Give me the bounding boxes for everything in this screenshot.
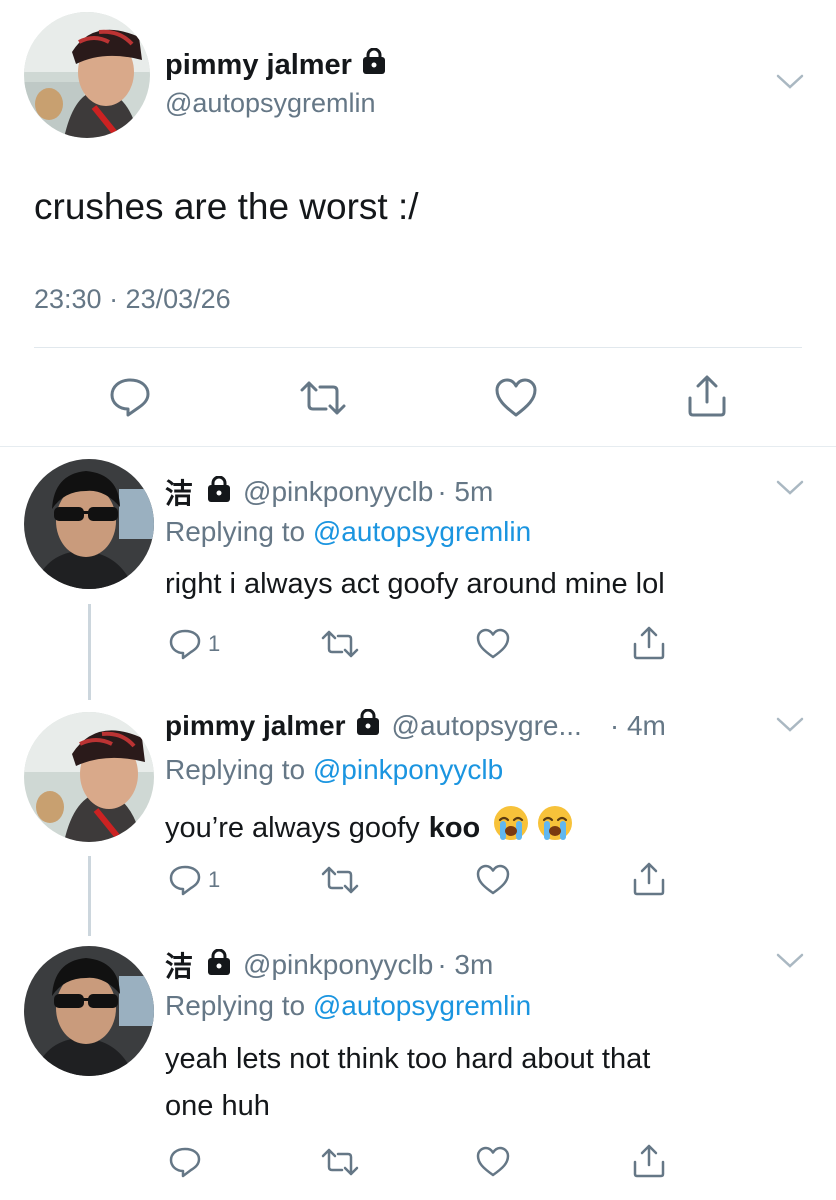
section-divider xyxy=(0,446,836,447)
thread-line xyxy=(88,604,91,700)
main-author-handle[interactable]: @autopsygremlin xyxy=(165,88,376,119)
share-icon[interactable] xyxy=(632,625,666,661)
reply-2-replying-to: Replying to @pinkponyyclb xyxy=(165,754,503,786)
chevron-down-icon[interactable] xyxy=(775,72,805,97)
lock-icon xyxy=(356,708,380,742)
reply-3-text-line2: one huh xyxy=(165,1090,270,1122)
reply-2-text-bold: koo xyxy=(428,812,481,844)
lock-icon xyxy=(362,47,386,82)
reply-icon[interactable] xyxy=(168,1146,202,1178)
like-icon[interactable] xyxy=(475,1146,511,1178)
reply-1-header: 洁 @pinkponyyclb · 5m xyxy=(165,472,493,512)
reply-2-reply-count: 1 xyxy=(208,867,221,892)
chevron-down-icon[interactable] xyxy=(775,715,805,740)
loudly-crying-face-icon xyxy=(492,804,530,853)
avatar-pimmy[interactable] xyxy=(24,712,154,842)
reply-2-header: pimmy jalmer @autopsygre... · 4m xyxy=(165,708,666,742)
replying-to-label: Replying to xyxy=(165,990,306,1021)
reply-icon[interactable]: 1 xyxy=(168,864,220,896)
retweet-icon[interactable] xyxy=(320,630,360,658)
reply-1-replying-to: Replying to @autopsygremlin xyxy=(165,516,531,548)
reply-2-handle[interactable]: @autopsygre... xyxy=(392,710,582,742)
avatar-pinkpony[interactable] xyxy=(24,946,154,1076)
retweet-icon[interactable] xyxy=(298,380,348,416)
main-tweet-timestamp[interactable]: 23:30 · 23/03/26 xyxy=(34,284,231,315)
share-icon[interactable] xyxy=(686,374,728,418)
reply-3-author-name[interactable]: 洁 xyxy=(165,945,193,985)
reply-2-time[interactable]: · 4m xyxy=(610,710,666,742)
avatar-pinkpony[interactable] xyxy=(24,459,154,589)
author-name-text[interactable]: pimmy jalmer xyxy=(165,49,352,82)
retweet-icon[interactable] xyxy=(320,866,360,894)
reply-3-text-line1: yeah lets not think too hard about that xyxy=(165,1043,651,1075)
reply-3-header: 洁 @pinkponyyclb · 3m xyxy=(165,945,493,985)
reply-2-text-plain: you’re always goofy xyxy=(165,812,420,844)
main-author-name[interactable]: pimmy jalmer xyxy=(165,47,386,82)
chevron-down-icon[interactable] xyxy=(775,951,805,976)
reply-3-handle[interactable]: @pinkponyyclb xyxy=(243,949,433,981)
share-icon[interactable] xyxy=(632,861,666,897)
like-icon[interactable] xyxy=(475,628,511,660)
like-icon[interactable] xyxy=(475,864,511,896)
replying-to-link[interactable]: @autopsygremlin xyxy=(313,990,531,1021)
reply-1-time[interactable]: · 5m xyxy=(437,476,493,508)
thread-line xyxy=(88,856,91,936)
reply-2-text: you’re always goofy koo xyxy=(165,804,574,853)
reply-3-replying-to: Replying to @autopsygremlin xyxy=(165,990,531,1022)
chevron-down-icon[interactable] xyxy=(775,478,805,503)
main-tweet-text: crushes are the worst :/ xyxy=(34,186,419,227)
retweet-icon[interactable] xyxy=(320,1148,360,1176)
reply-3-text: yeah lets not think too hard about that … xyxy=(165,1040,650,1126)
replying-to-label: Replying to xyxy=(165,516,306,547)
reply-3-time[interactable]: · 3m xyxy=(437,949,493,981)
loudly-crying-face-icon xyxy=(536,804,574,853)
like-icon[interactable] xyxy=(494,378,538,418)
reply-1-author-name[interactable]: 洁 xyxy=(165,472,193,512)
reply-2-author-name[interactable]: pimmy jalmer xyxy=(165,710,346,742)
reply-1-text: right i always act goofy around mine lol xyxy=(165,568,665,600)
reply-icon[interactable] xyxy=(108,376,152,418)
share-icon[interactable] xyxy=(632,1143,666,1179)
lock-icon xyxy=(207,948,231,982)
reply-icon[interactable]: 1 xyxy=(168,628,220,660)
replying-to-link[interactable]: @autopsygremlin xyxy=(313,516,531,547)
lock-icon xyxy=(207,475,231,509)
replying-to-label: Replying to xyxy=(165,754,306,785)
reply-1-reply-count: 1 xyxy=(208,631,221,656)
avatar-pimmy[interactable] xyxy=(24,12,150,138)
main-divider xyxy=(34,347,802,348)
replying-to-link[interactable]: @pinkponyyclb xyxy=(313,754,503,785)
reply-1-handle[interactable]: @pinkponyyclb xyxy=(243,476,433,508)
